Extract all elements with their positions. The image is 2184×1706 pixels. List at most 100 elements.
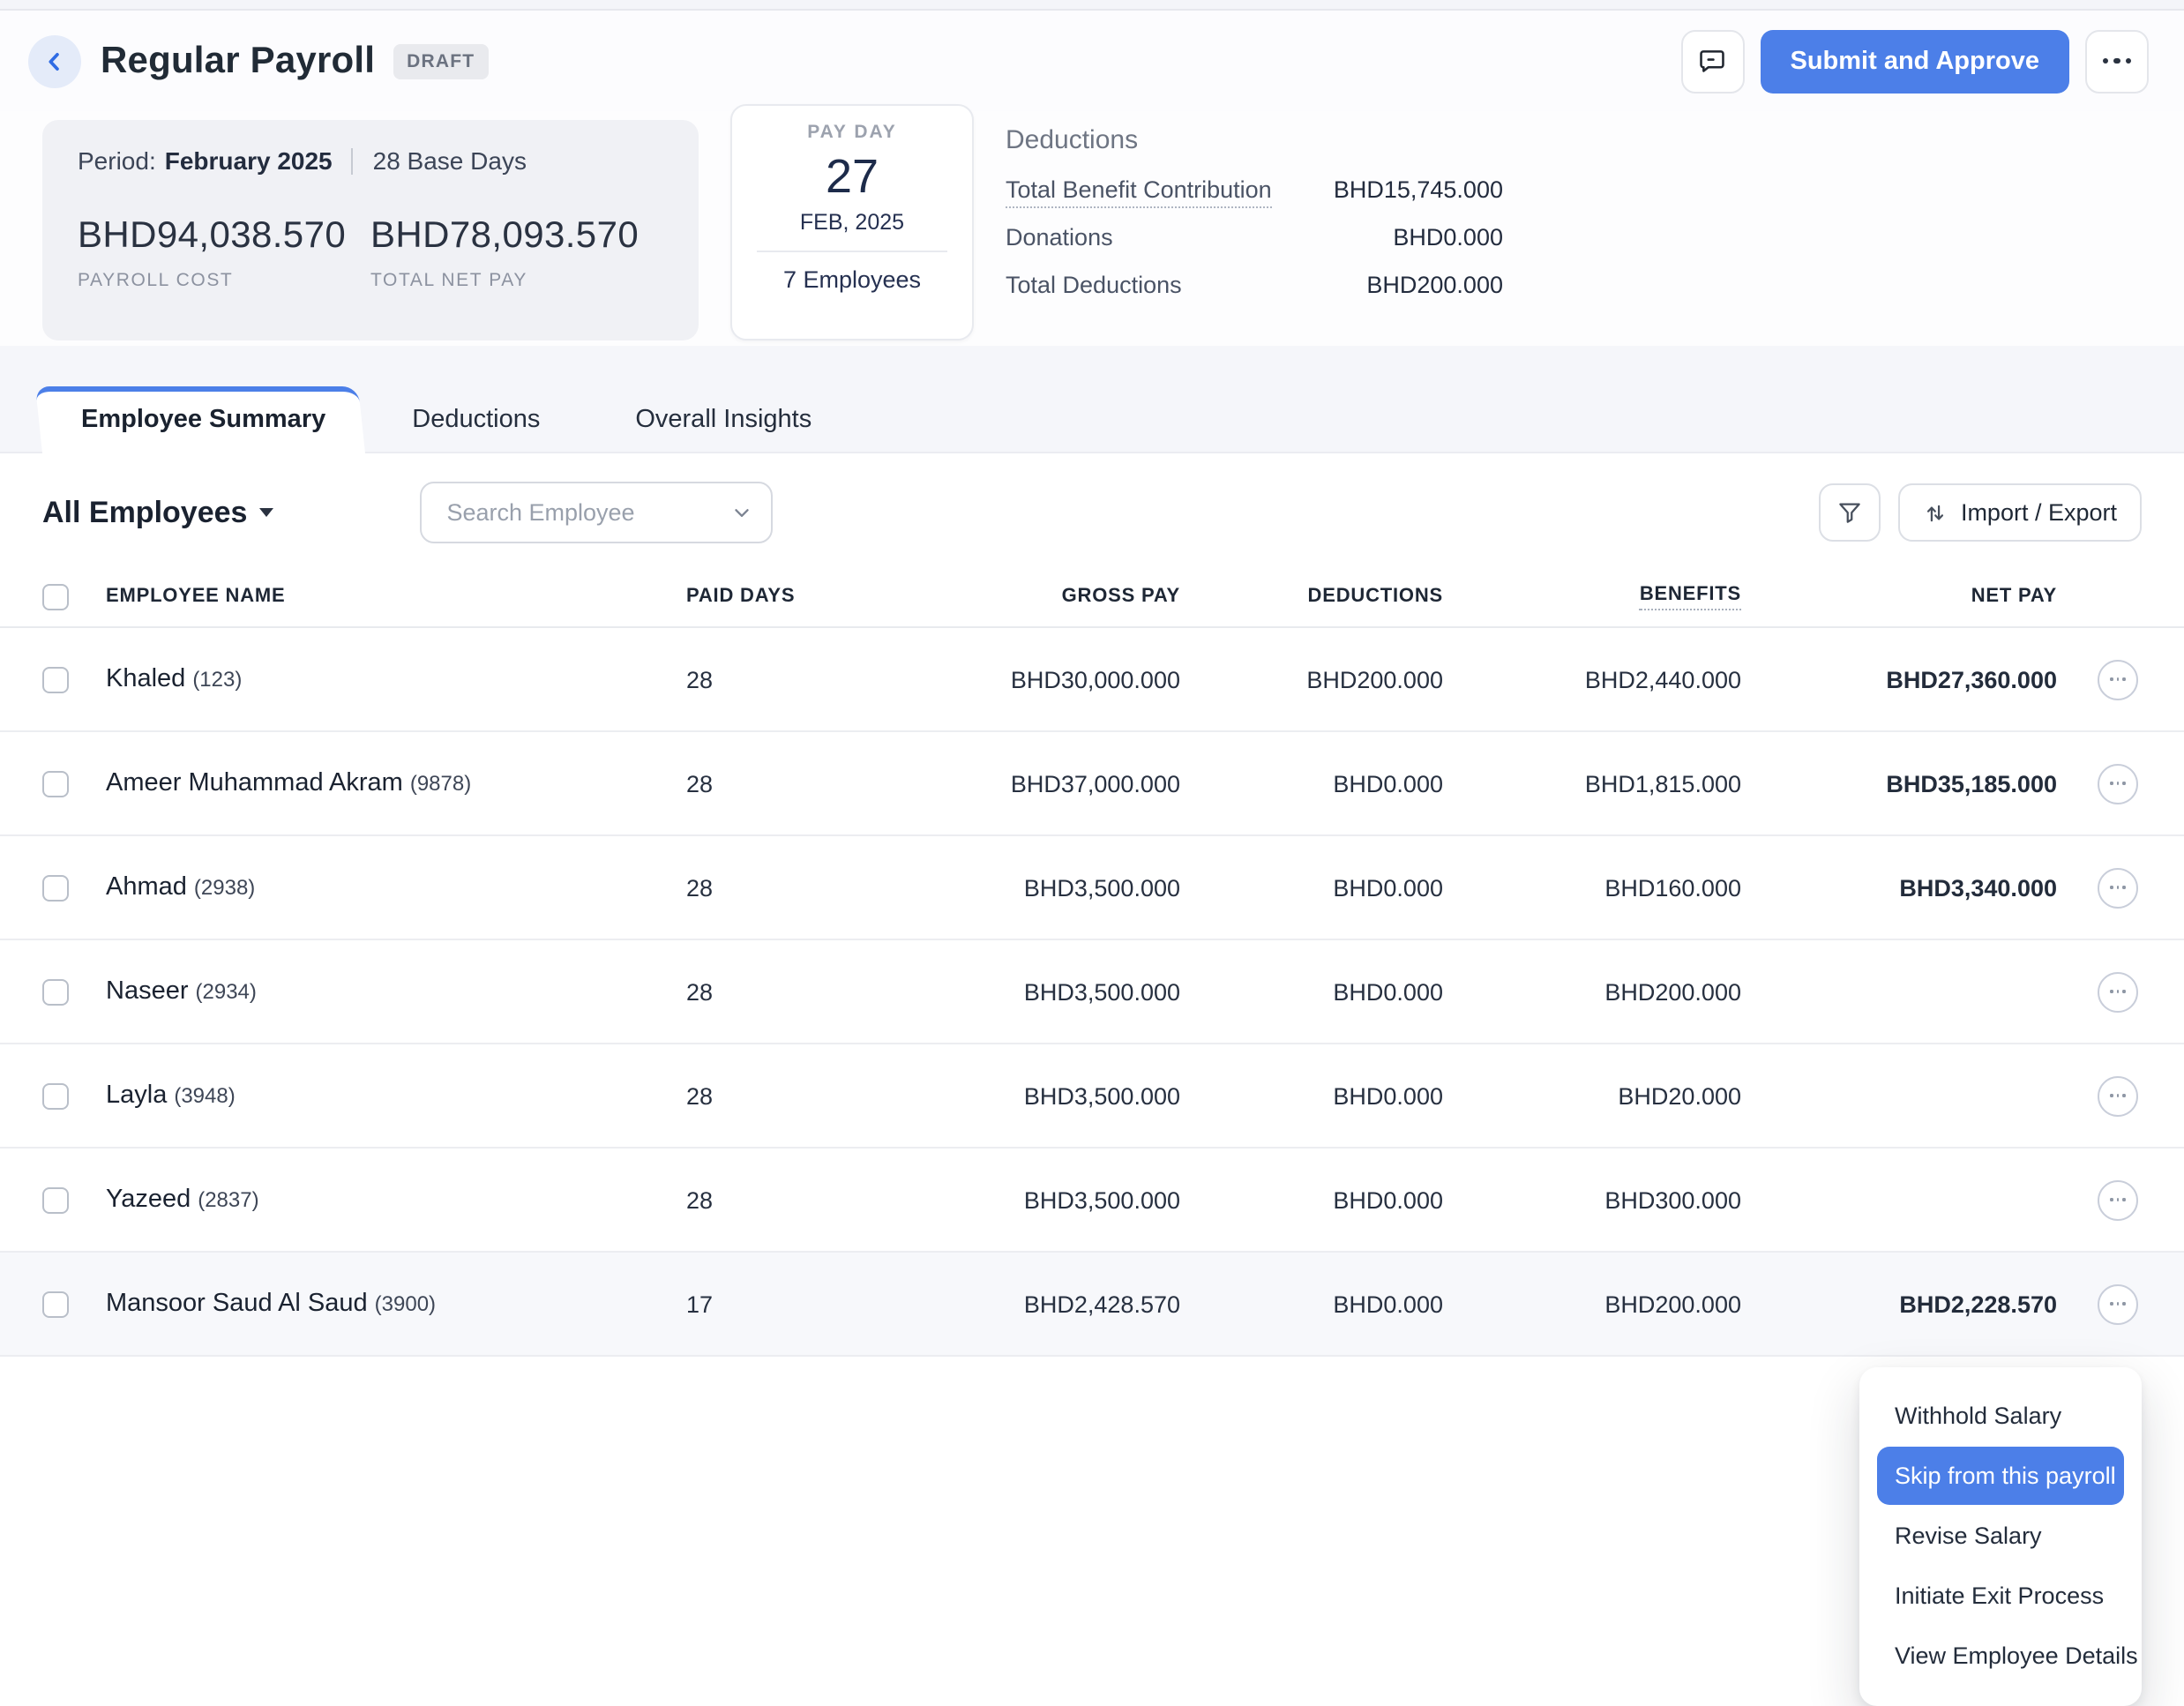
context-menu-item[interactable]: View Employee Details	[1877, 1627, 2124, 1685]
row-checkbox[interactable]	[42, 978, 69, 1005]
paid-days-cell: 28	[686, 978, 898, 1005]
context-menu-item[interactable]: Initiate Exit Process	[1877, 1567, 2124, 1625]
table-header: EMPLOYEE NAME PAID DAYS GROSS PAY DEDUCT…	[0, 566, 2184, 628]
net-pay-cell: BHD27,360.000	[1741, 666, 2057, 692]
funnel-icon	[1837, 499, 1864, 526]
paid-days-cell: 28	[686, 1186, 898, 1213]
total-net-pay-label: TOTAL NET PAY	[370, 270, 663, 291]
speech-bubble-icon	[1698, 46, 1728, 76]
deductions-cell: BHD0.000	[1180, 1082, 1443, 1109]
select-all-checkbox[interactable]	[42, 583, 69, 610]
payday-day: 27	[732, 150, 972, 205]
col-deductions: DEDUCTIONS	[1180, 586, 1443, 607]
page-title: Regular Payroll	[101, 40, 375, 82]
deduction-value: BHD200.000	[1366, 272, 1503, 298]
benefits-cell: BHD160.000	[1443, 874, 1741, 901]
employee-search[interactable]	[420, 482, 773, 543]
payroll-cost-label: PAYROLL COST	[78, 270, 370, 291]
row-actions-button[interactable]	[2098, 867, 2138, 908]
paid-days-cell: 28	[686, 666, 898, 692]
table-row: Ameer Muhammad Akram(9878) 28 BHD37,000.…	[0, 732, 2184, 836]
row-actions-button[interactable]	[2098, 1075, 2138, 1116]
deductions-panel: Deductions Total Benefit Contribution BH…	[1006, 125, 1503, 319]
gross-pay-cell: BHD3,500.000	[898, 1186, 1180, 1213]
gross-pay-cell: BHD3,500.000	[898, 978, 1180, 1005]
row-actions-button[interactable]	[2098, 1283, 2138, 1324]
search-input[interactable]	[443, 498, 730, 528]
deductions-cell: BHD0.000	[1180, 1186, 1443, 1213]
row-actions-button[interactable]	[2098, 763, 2138, 804]
benefits-cell: BHD300.000	[1443, 1186, 1741, 1213]
comment-button[interactable]	[1681, 29, 1745, 93]
gross-pay-cell: BHD37,000.000	[898, 770, 1180, 797]
table-row: Yazeed (2837) 28 BHD3,500.000 BHD0.000 BH…	[0, 1149, 2184, 1253]
more-actions-button[interactable]	[2085, 29, 2149, 93]
import-export-button[interactable]: Import / Export	[1899, 483, 2142, 542]
col-employee-name: EMPLOYEE NAME	[106, 586, 686, 607]
benefits-cell: BHD200.000	[1443, 978, 1741, 1005]
gross-pay-cell: BHD3,500.000	[898, 1082, 1180, 1109]
col-net-pay: NET PAY	[1741, 586, 2057, 607]
row-checkbox[interactable]	[42, 1291, 69, 1317]
scope-label: All Employees	[42, 495, 247, 530]
caret-down-icon	[259, 508, 273, 517]
employee-scope-dropdown[interactable]: All Employees	[42, 495, 273, 530]
context-menu-item[interactable]: Withhold Salary	[1877, 1387, 2124, 1445]
deduction-label: Total Benefit Contribution	[1006, 176, 1272, 208]
benefits-cell: BHD20.000	[1443, 1082, 1741, 1109]
payday-employee-count: 7 Employees	[732, 266, 972, 293]
employee-id: (2837)	[198, 1187, 258, 1212]
employee-name: Ameer Muhammad Akram	[106, 769, 403, 797]
tab[interactable]: Deductions	[364, 386, 587, 452]
table-body: Khaled(123) 28 BHD30,000.000 BHD200.000 …	[0, 628, 2184, 1357]
row-checkbox[interactable]	[42, 666, 69, 692]
deduction-row: Total Benefit Contribution BHD15,745.000	[1006, 176, 1503, 224]
col-gross-pay: GROSS PAY	[898, 586, 1180, 607]
submit-approve-button[interactable]: Submit and Approve	[1761, 29, 2070, 93]
payroll-app: Regular Payroll DRAFT Submit and Approve…	[0, 0, 2184, 1330]
employee-name: Yazeed	[106, 1186, 191, 1214]
deduction-label: Total Deductions	[1006, 272, 1182, 298]
employee-name: Mansoor Saud Al Saud	[106, 1290, 368, 1318]
total-net-pay-value: BHD78,093.570	[370, 215, 663, 258]
top-strip	[0, 0, 2184, 11]
row-context-menu: Withhold SalarySkip from this payrollRev…	[1859, 1367, 2142, 1706]
deductions-cell: BHD0.000	[1180, 770, 1443, 797]
row-checkbox[interactable]	[42, 1082, 69, 1109]
benefits-cell: BHD1,815.000	[1443, 770, 1741, 797]
deduction-label: Donations	[1006, 224, 1113, 251]
tab[interactable]: Overall Insights	[587, 386, 859, 452]
gross-pay-cell: BHD30,000.000	[898, 666, 1180, 692]
employee-id: (9878)	[410, 771, 471, 796]
benefits-cell: BHD200.000	[1443, 1291, 1741, 1317]
tab[interactable]: Employee Summary	[42, 386, 364, 453]
back-button[interactable]	[28, 34, 81, 87]
net-pay-cell: BHD3,340.000	[1741, 874, 2057, 901]
context-menu-item[interactable]: Revise Salary	[1877, 1507, 2124, 1565]
summary-section: Period: February 2025 28 Base Days BHD94…	[0, 120, 2184, 340]
arrows-up-down-icon	[1924, 500, 1948, 525]
row-checkbox[interactable]	[42, 770, 69, 797]
row-checkbox[interactable]	[42, 1186, 69, 1213]
status-badge: DRAFT	[393, 43, 489, 79]
payday-date: FEB, 2025	[732, 210, 972, 235]
benefits-cell: BHD2,440.000	[1443, 666, 1741, 692]
chevron-left-icon	[42, 49, 67, 73]
import-export-label: Import / Export	[1961, 499, 2117, 526]
row-actions-button[interactable]	[2098, 659, 2138, 700]
filter-button[interactable]	[1820, 483, 1881, 542]
table-row: Khaled(123) 28 BHD30,000.000 BHD200.000 …	[0, 628, 2184, 732]
payroll-cost-value: BHD94,038.570	[78, 215, 370, 258]
row-actions-button[interactable]	[2098, 1179, 2138, 1220]
row-actions-button[interactable]	[2098, 971, 2138, 1012]
context-menu-item[interactable]: Skip from this payroll	[1877, 1447, 2124, 1505]
period-line: Period: February 2025 28 Base Days	[78, 146, 663, 175]
payday-card: PAY DAY 27 FEB, 2025 7 Employees	[730, 104, 974, 340]
row-checkbox[interactable]	[42, 874, 69, 901]
divider	[757, 251, 947, 252]
tab-bar: Employee SummaryDeductionsOverall Insigh…	[0, 346, 2184, 453]
employee-id: (123)	[192, 667, 242, 692]
deduction-row: Total Deductions BHD200.000	[1006, 272, 1503, 319]
paid-days-cell: 17	[686, 1291, 898, 1317]
table-toolbar: All Employees Impo	[0, 453, 2184, 543]
